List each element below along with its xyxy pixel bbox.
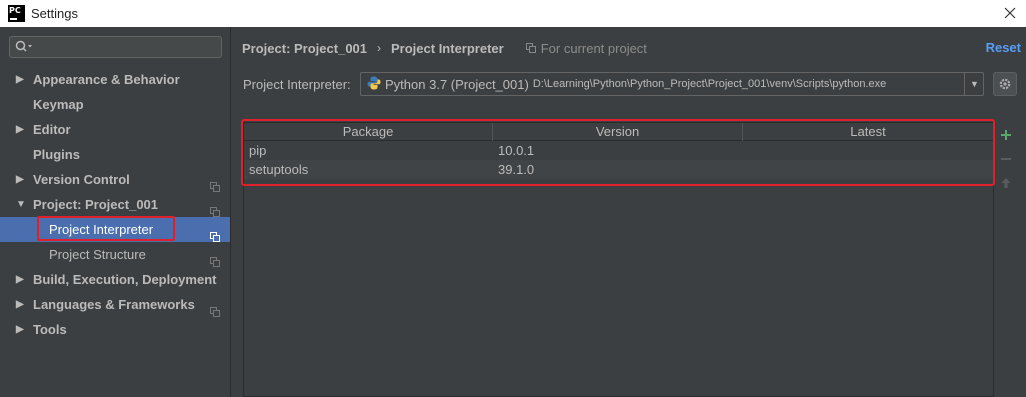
package-toolbar bbox=[996, 123, 1016, 195]
table-body: pip 10.0.1 setuptools 39.1.0 bbox=[244, 141, 993, 179]
table-header: Package Version Latest bbox=[244, 123, 993, 141]
scope-text: For current project bbox=[540, 40, 647, 56]
breadcrumb-page: Project Interpreter bbox=[391, 40, 504, 56]
chevron-right-icon[interactable]: ▶ bbox=[16, 67, 24, 92]
package-latest bbox=[743, 141, 993, 160]
sidebar-item-project[interactable]: ▼ Project: Project_001 bbox=[0, 192, 230, 217]
table-row[interactable]: setuptools 39.1.0 bbox=[244, 160, 993, 179]
sidebar-item-version-control[interactable]: ▶ Version Control bbox=[0, 167, 230, 192]
sidebar-item-label: Version Control bbox=[33, 172, 130, 187]
settings-sidebar: ▶ Appearance & Behavior Keymap ▶ Editor … bbox=[0, 27, 231, 397]
pycharm-logo-icon: PC bbox=[8, 5, 25, 22]
settings-tree: ▶ Appearance & Behavior Keymap ▶ Editor … bbox=[0, 67, 230, 342]
column-header-version[interactable]: Version bbox=[493, 123, 743, 141]
sidebar-item-build-execution-deployment[interactable]: ▶ Build, Execution, Deployment bbox=[0, 267, 230, 292]
main-panel: Project: Project_001 › Project Interpret… bbox=[232, 27, 1026, 397]
sidebar-item-label: Languages & Frameworks bbox=[33, 297, 195, 312]
project-scope-icon bbox=[210, 250, 220, 267]
remove-package-button[interactable] bbox=[996, 147, 1016, 171]
python-icon bbox=[367, 76, 381, 93]
sidebar-item-tools[interactable]: ▶ Tools bbox=[0, 317, 230, 342]
chevron-right-icon[interactable]: ▶ bbox=[16, 267, 24, 292]
title-bar: PC Settings bbox=[0, 0, 1026, 27]
interpreter-select[interactable]: Python 3.7 (Project_001) D:\Learning\Pyt… bbox=[360, 72, 984, 96]
reset-link[interactable]: Reset bbox=[986, 40, 1021, 55]
package-name: pip bbox=[249, 143, 267, 158]
interpreter-name: Python 3.7 (Project_001) bbox=[385, 76, 529, 92]
search-input[interactable] bbox=[9, 36, 222, 58]
highlight-outline bbox=[37, 216, 175, 241]
gear-icon bbox=[999, 78, 1011, 90]
packages-table: Package Version Latest pip 10.0.1 setupt… bbox=[243, 122, 994, 397]
upgrade-package-button[interactable] bbox=[996, 171, 1016, 195]
close-icon[interactable] bbox=[1000, 3, 1020, 23]
plus-icon bbox=[1001, 130, 1011, 140]
sidebar-item-appearance-behavior[interactable]: ▶ Appearance & Behavior bbox=[0, 67, 230, 92]
sidebar-item-label: Plugins bbox=[33, 147, 80, 162]
sidebar-item-label: Appearance & Behavior bbox=[33, 72, 180, 87]
sidebar-item-label: Editor bbox=[33, 122, 71, 137]
chevron-right-icon[interactable]: ▶ bbox=[16, 292, 24, 317]
chevron-right-icon[interactable]: ▶ bbox=[16, 117, 24, 142]
chevron-right-icon[interactable]: ▶ bbox=[16, 167, 24, 192]
interpreter-settings-button[interactable] bbox=[993, 72, 1017, 96]
arrow-up-icon bbox=[1001, 178, 1011, 188]
table-row[interactable]: pip 10.0.1 bbox=[244, 141, 993, 160]
package-latest bbox=[743, 160, 993, 179]
breadcrumb-project: Project: Project_001 bbox=[242, 40, 368, 56]
scope-note: For current project bbox=[525, 40, 647, 56]
project-scope-icon bbox=[210, 200, 220, 217]
package-version: 39.1.0 bbox=[498, 162, 535, 177]
project-scope-icon bbox=[210, 175, 220, 192]
sidebar-item-keymap[interactable]: Keymap bbox=[0, 92, 230, 117]
sidebar-item-label: Build, Execution, Deployment bbox=[33, 272, 217, 287]
sidebar-item-editor[interactable]: ▶ Editor bbox=[0, 117, 230, 142]
breadcrumb-separator-icon: › bbox=[377, 41, 382, 55]
column-header-latest[interactable]: Latest bbox=[743, 123, 993, 141]
chevron-down-icon[interactable]: ▼ bbox=[16, 192, 26, 217]
sidebar-item-label: Project Structure bbox=[49, 247, 146, 262]
package-name: setuptools bbox=[249, 162, 309, 177]
package-version: 10.0.1 bbox=[498, 143, 535, 158]
interpreter-label: Project Interpreter: bbox=[243, 77, 351, 92]
chevron-right-icon[interactable]: ▶ bbox=[16, 317, 24, 342]
sidebar-item-label: Keymap bbox=[33, 97, 84, 112]
sidebar-item-label: Tools bbox=[33, 322, 67, 337]
add-package-button[interactable] bbox=[996, 123, 1016, 147]
sidebar-item-label: Project: Project_001 bbox=[33, 197, 159, 212]
project-scope-icon bbox=[210, 225, 220, 242]
sidebar-item-plugins[interactable]: Plugins bbox=[0, 142, 230, 167]
window-title: Settings bbox=[31, 6, 78, 21]
minus-icon bbox=[1001, 158, 1011, 160]
project-scope-icon bbox=[525, 43, 536, 53]
dropdown-arrow-icon[interactable]: ▼ bbox=[964, 73, 984, 95]
sidebar-item-languages-frameworks[interactable]: ▶ Languages & Frameworks bbox=[0, 292, 230, 317]
sidebar-item-project-structure[interactable]: Project Structure bbox=[0, 242, 230, 267]
column-header-package[interactable]: Package bbox=[244, 123, 493, 141]
project-scope-icon bbox=[210, 300, 220, 317]
breadcrumb: Project: Project_001 › Project Interpret… bbox=[242, 40, 647, 56]
search-icon bbox=[15, 40, 33, 57]
interpreter-path: D:\Learning\Python\Python_Project\Projec… bbox=[532, 78, 887, 90]
